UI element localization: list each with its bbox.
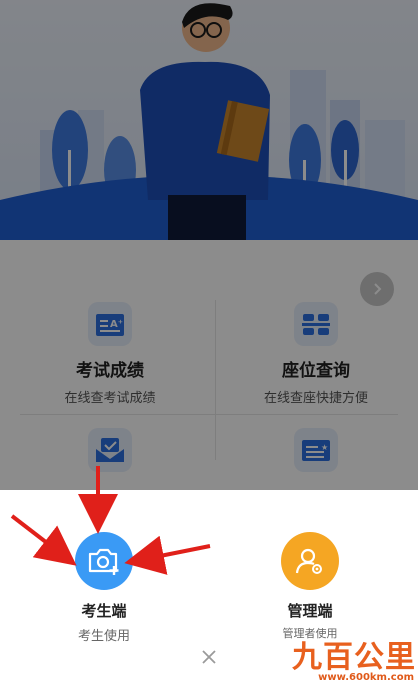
watermark: 九百公里 www.600km.com xyxy=(286,632,418,683)
student-role-subtitle: 考生使用 xyxy=(77,629,130,644)
watermark-url: www.600km.com xyxy=(318,672,414,683)
admin-role-title: 管理端 xyxy=(287,602,333,620)
camera-plus-icon[interactable] xyxy=(75,532,133,590)
admin-role-option[interactable]: 管理端 管理者使用 xyxy=(240,532,380,641)
user-settings-icon[interactable] xyxy=(281,532,339,590)
watermark-logo: 九百公里 xyxy=(292,640,416,675)
close-icon xyxy=(202,650,216,664)
close-sheet-button[interactable] xyxy=(199,647,219,667)
modal-backdrop[interactable] xyxy=(0,0,418,490)
student-role-option[interactable]: 考生端 考生使用 xyxy=(34,532,174,644)
student-role-title: 考生端 xyxy=(81,602,127,620)
